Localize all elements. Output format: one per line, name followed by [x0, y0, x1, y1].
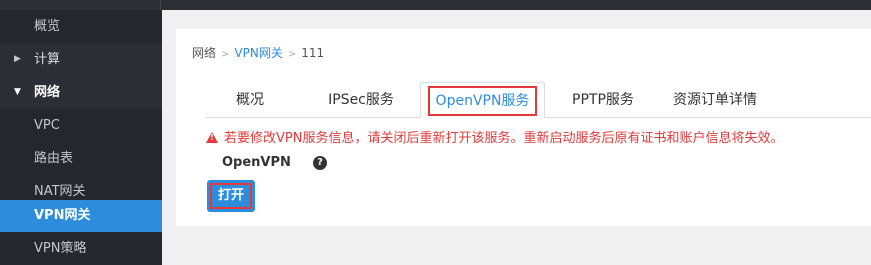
tab-openvpn[interactable]: OpenVPN服务: [420, 82, 545, 118]
top-bar-divider: [160, 0, 161, 10]
sidebar-item-vpc[interactable]: VPC: [0, 109, 162, 142]
sidebar: 概览 ▶ 计算 ▼ 网络 VPC 路由表 NAT网关 VPN网关 VPN策略: [0, 10, 162, 265]
tab-bar: 概况 IPSec服务 OpenVPN服务 PPTP服务 资源订单详情: [176, 82, 871, 118]
breadcrumb-current: 111: [301, 46, 325, 60]
openvpn-label: OpenVPN: [222, 155, 291, 170]
tab-label: IPSec服务: [328, 92, 394, 108]
main-panel: 网络 > VPN网关 >111 概况 IPSec服务 OpenVPN服务 PPTP服务…: [176, 29, 871, 226]
sidebar-item-overview[interactable]: 概览: [0, 10, 162, 43]
sidebar-item-vpn-gateway[interactable]: VPN网关: [0, 200, 162, 232]
breadcrumb: 网络 > VPN网关 >111: [192, 44, 324, 61]
tab-label: 概况: [236, 92, 264, 108]
caret-right-icon: ▶: [14, 54, 21, 64]
sidebar-item-label: 计算: [34, 52, 61, 67]
sidebar-item-label: VPN网关: [34, 208, 91, 223]
warning-text: 若要修改VPN服务信息，请关闭后重新打开该服务。重新启动服务后原有证书和账户信息…: [224, 131, 784, 146]
breadcrumb-parent-link[interactable]: VPN网关: [234, 46, 282, 60]
top-bar: [0, 0, 871, 10]
tab-resource-order[interactable]: 资源订单详情: [670, 82, 760, 118]
sidebar-item-vpn-policy[interactable]: VPN策略: [0, 232, 162, 265]
question-circle-icon[interactable]: ?: [313, 156, 327, 170]
breadcrumb-root[interactable]: 网络: [192, 46, 216, 60]
open-button[interactable]: 打开: [207, 180, 255, 212]
warning-message: 若要修改VPN服务信息，请关闭后重新打开该服务。重新启动服务后原有证书和账户信息…: [206, 127, 783, 146]
sidebar-item-network[interactable]: ▼ 网络: [0, 76, 162, 109]
warning-triangle-icon: [206, 132, 218, 143]
breadcrumb-separator: >: [221, 49, 230, 60]
sidebar-item-route-table[interactable]: 路由表: [0, 142, 162, 175]
tab-label: OpenVPN服务: [427, 86, 538, 116]
tab-label: 资源订单详情: [673, 92, 757, 108]
tab-overview[interactable]: 概况: [220, 82, 280, 118]
tab-pptp[interactable]: PPTP服务: [563, 82, 643, 118]
open-button-label: 打开: [210, 183, 252, 209]
sidebar-item-label: 路由表: [34, 151, 74, 166]
sidebar-item-label: VPN策略: [34, 241, 87, 256]
sidebar-item-label: VPC: [34, 118, 60, 133]
tab-label: PPTP服务: [572, 92, 634, 108]
sidebar-item-label: 网络: [34, 85, 61, 100]
tab-ipsec[interactable]: IPSec服务: [316, 82, 406, 118]
sidebar-item-label: 概览: [34, 19, 61, 34]
sidebar-item-compute[interactable]: ▶ 计算: [0, 43, 162, 76]
caret-down-icon: ▼: [14, 87, 21, 97]
breadcrumb-separator: >: [287, 49, 297, 60]
